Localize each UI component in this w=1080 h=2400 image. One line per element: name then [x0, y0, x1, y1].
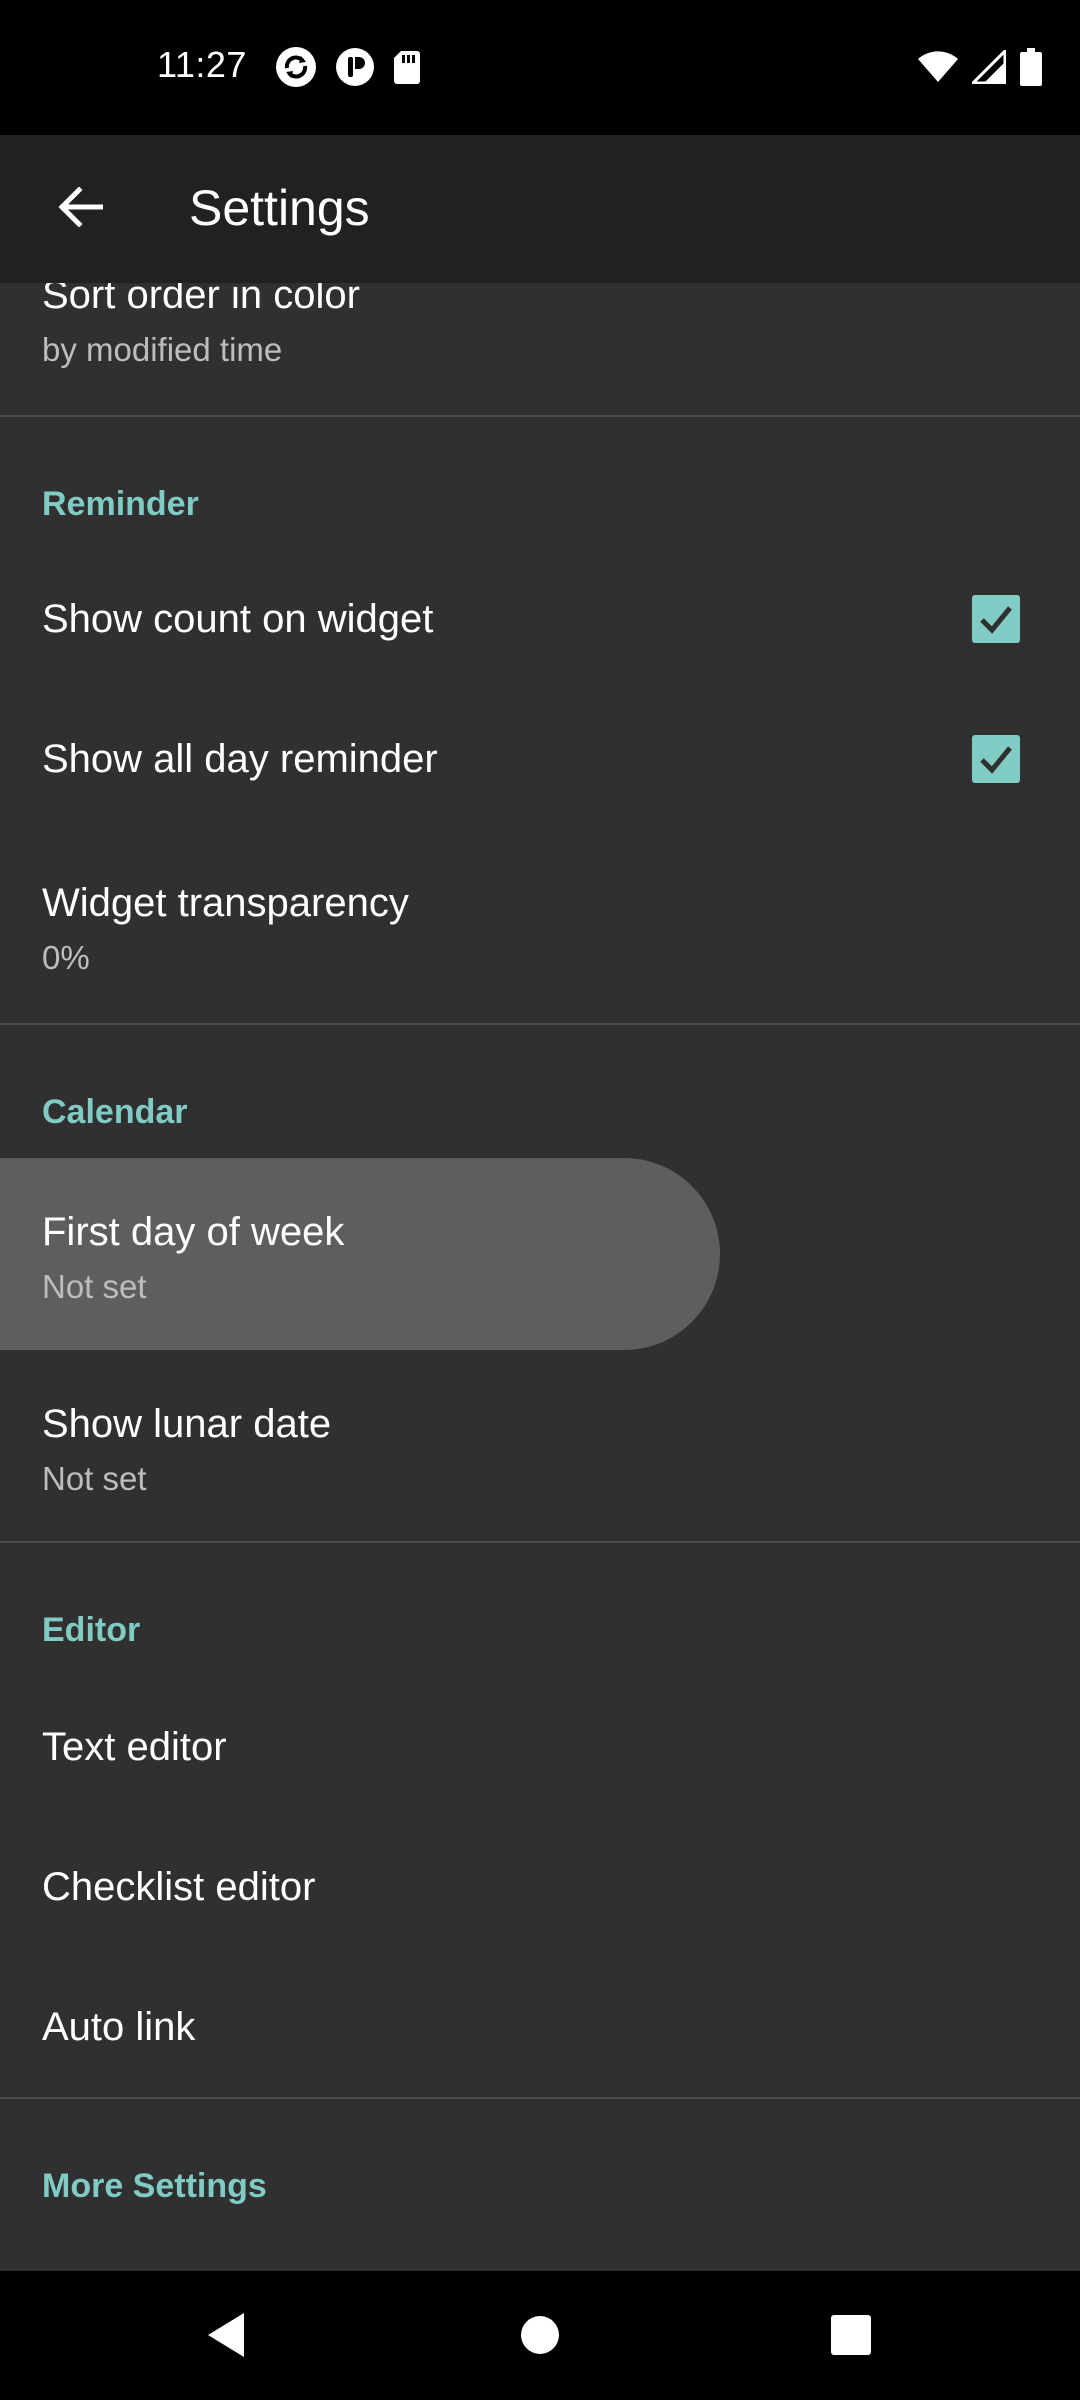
- first-day-summary: Not set: [42, 1268, 147, 1305]
- widget-transparency-summary: 0%: [42, 939, 90, 976]
- divider: [0, 1541, 1080, 1543]
- notification-icons: [275, 46, 421, 93]
- wifi-icon: [918, 51, 958, 88]
- auto-link-title: Auto link: [42, 2005, 196, 2049]
- app-bar: Settings: [0, 135, 1080, 283]
- more-settings-header[interactable]: More Settings: [42, 2167, 267, 2206]
- show-all-day-title: Show all day reminder: [42, 737, 438, 781]
- lunar-date-title: Show lunar date: [42, 1402, 332, 1446]
- check-icon: [972, 746, 1020, 787]
- auto-link-preference[interactable]: Auto link: [0, 1955, 1080, 2095]
- nav-recents-button[interactable]: [811, 2297, 891, 2377]
- status-bar: 11:27: [0, 0, 1080, 135]
- widget-transparency-preference[interactable]: Widget transparency 0%: [0, 829, 1080, 1021]
- battery-icon: [1020, 48, 1042, 91]
- calendar-category-header: Calendar: [42, 1093, 188, 1131]
- status-time: 11:27: [157, 44, 247, 85]
- navigation-bar: [0, 2271, 1080, 2400]
- first-day-of-week-preference[interactable]: First day of week Not set: [0, 1158, 1080, 1350]
- settings-list[interactable]: Sort order in color by modified time Rem…: [0, 283, 1080, 2271]
- text-editor-preference[interactable]: Text editor: [0, 1675, 1080, 1815]
- nav-home-button[interactable]: [500, 2297, 580, 2377]
- check-icon: [972, 606, 1020, 647]
- page-title: Settings: [189, 180, 370, 236]
- divider: [0, 1023, 1080, 1025]
- system-icons: [918, 47, 1042, 91]
- sd-card-icon: [393, 49, 421, 90]
- divider: [0, 2097, 1080, 2099]
- show-count-on-widget-preference[interactable]: Show count on widget: [0, 549, 1080, 689]
- home-circle-icon: [519, 2314, 561, 2361]
- arrow-left-icon: [57, 185, 104, 232]
- checklist-editor-title: Checklist editor: [42, 1865, 316, 1909]
- pocket-icon: [335, 47, 375, 92]
- show-all-day-checkbox[interactable]: [972, 735, 1020, 783]
- recents-square-icon: [830, 2314, 872, 2361]
- show-count-checkbox[interactable]: [972, 595, 1020, 643]
- editor-category-header: Editor: [42, 1611, 141, 1649]
- checklist-editor-preference[interactable]: Checklist editor: [0, 1815, 1080, 1955]
- show-all-day-reminder-preference[interactable]: Show all day reminder: [0, 689, 1080, 829]
- sort-order-title: Sort order in color: [42, 283, 360, 317]
- nav-back-button[interactable]: [186, 2297, 266, 2377]
- divider: [0, 415, 1080, 417]
- lunar-date-summary: Not set: [42, 1460, 147, 1497]
- signal-icon: [969, 47, 1007, 89]
- show-count-title: Show count on widget: [42, 597, 434, 641]
- widget-transparency-title: Widget transparency: [42, 881, 409, 925]
- sync-icon: [275, 46, 317, 93]
- reminder-category-header: Reminder: [42, 485, 199, 523]
- back-button[interactable]: [40, 169, 120, 249]
- sort-order-summary: by modified time: [42, 331, 283, 368]
- first-day-title: First day of week: [42, 1210, 345, 1254]
- sort-order-preference[interactable]: Sort order in color by modified time: [0, 283, 1080, 398]
- show-lunar-date-preference[interactable]: Show lunar date Not set: [0, 1350, 1080, 1542]
- text-editor-title: Text editor: [42, 1725, 227, 1769]
- back-triangle-icon: [204, 2311, 248, 2364]
